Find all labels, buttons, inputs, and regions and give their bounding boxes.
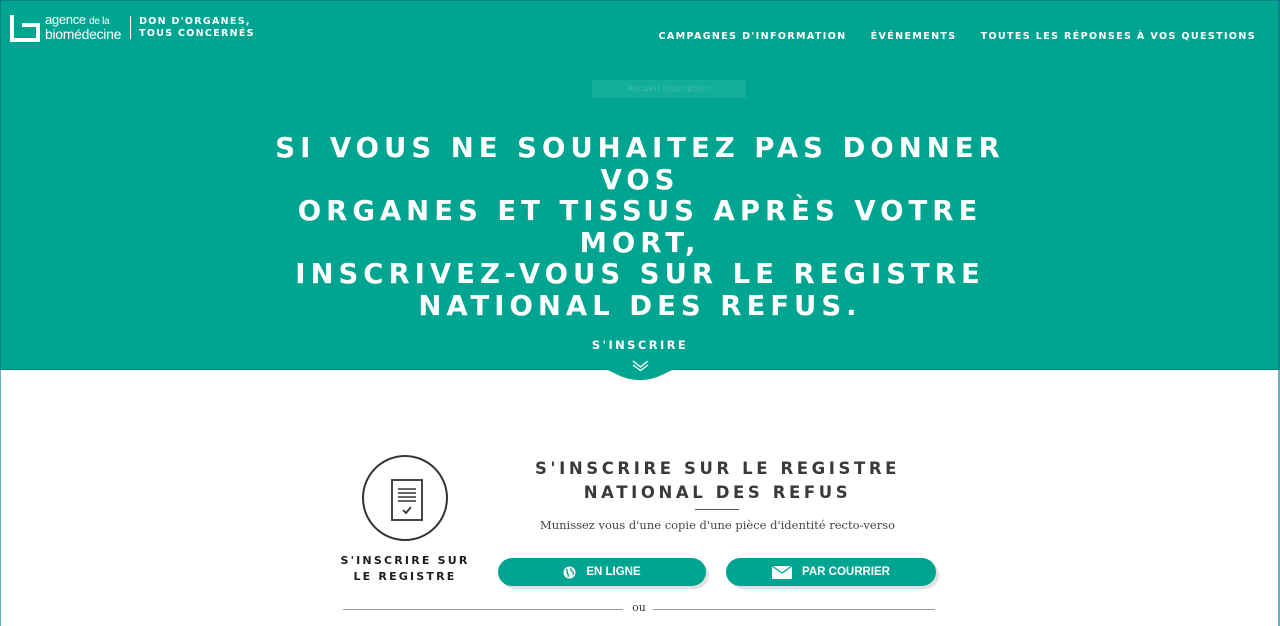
title-line-4: NATIONAL DES REFUS. <box>418 289 862 322</box>
separator-line-right <box>653 609 935 610</box>
tagline-line-1: DON D'ORGANES, <box>139 16 251 27</box>
page-title: SI VOUS NE SOUHAITEZ PAS DONNER VOS ORGA… <box>240 132 1040 322</box>
main-nav: CAMPAGNES D'INFORMATION ÉVÉNEMENTS TOUTE… <box>634 31 1256 42</box>
separator-ou: ou <box>632 601 646 614</box>
nav-evenements[interactable]: ÉVÉNEMENTS <box>871 31 957 42</box>
logo-text-biomedecine: biomédecine <box>45 26 122 42</box>
globe-icon <box>563 566 576 578</box>
separator-line-left <box>343 609 623 610</box>
chevron-down-icon[interactable] <box>632 360 649 371</box>
title-line-2: ORGANES ET TISSUS APRÈS VOTRE MORT, <box>297 195 983 259</box>
section-title-line-2: NATIONAL DES REFUS <box>583 483 852 502</box>
register-card-label: S'INSCRIRE SUR LE REGISTRE <box>330 553 480 585</box>
hero-banner: agence de la biomédecine DON D'ORGANES, … <box>0 0 1280 370</box>
register-card-label-line-1: S'INSCRIRE SUR <box>340 554 470 567</box>
site-logo[interactable]: agence de la biomédecine DON D'ORGANES, … <box>9 13 255 43</box>
title-divider <box>695 509 739 510</box>
register-mail-label: PAR COURRIER <box>802 566 890 578</box>
section-title-line-1: S'INSCRIRE SUR LE REGISTRE <box>534 459 901 478</box>
logo-text-agence: agence <box>45 12 86 27</box>
document-check-icon <box>391 479 423 521</box>
register-mail-button[interactable]: PAR COURRIER <box>726 558 936 586</box>
sinscrire-scroll-link[interactable]: S'INSCRIRE <box>540 338 740 352</box>
register-online-label: EN LIGNE <box>586 566 641 578</box>
tagline-line-2: TOUS CONCERNÉS <box>139 28 255 39</box>
logo-mark-icon <box>9 13 41 43</box>
nav-questions[interactable]: TOUTES LES RÉPONSES À VOS QUESTIONS <box>981 31 1256 42</box>
site-tagline: DON D'ORGANES, TOUS CONCERNÉS <box>139 16 255 40</box>
title-line-1: SI VOUS NE SOUHAITEZ PAS DONNER VOS <box>275 132 1005 196</box>
logo-divider <box>130 16 132 39</box>
logo-wordmark: agence de la biomédecine <box>45 13 121 41</box>
register-card-icon-block: S'INSCRIRE SUR LE REGISTRE <box>330 455 480 585</box>
register-section-title: S'INSCRIRE SUR LE REGISTRE NATIONAL DES … <box>500 457 935 505</box>
register-description: Munissez vous d'une copie d'une pièce d'… <box>539 518 896 532</box>
nav-campagnes[interactable]: CAMPAGNES D'INFORMATION <box>658 31 846 42</box>
window-edge-left <box>0 370 1 626</box>
breadcrumb[interactable]: Accueil Inscription <box>592 80 746 98</box>
title-line-3: INSCRIVEZ-VOUS SUR LE REGISTRE <box>295 258 985 290</box>
register-card-label-line-2: LE REGISTRE <box>353 570 457 583</box>
register-online-button[interactable]: EN LIGNE <box>498 558 706 586</box>
document-icon-circle <box>362 455 448 541</box>
envelope-icon <box>772 565 793 579</box>
